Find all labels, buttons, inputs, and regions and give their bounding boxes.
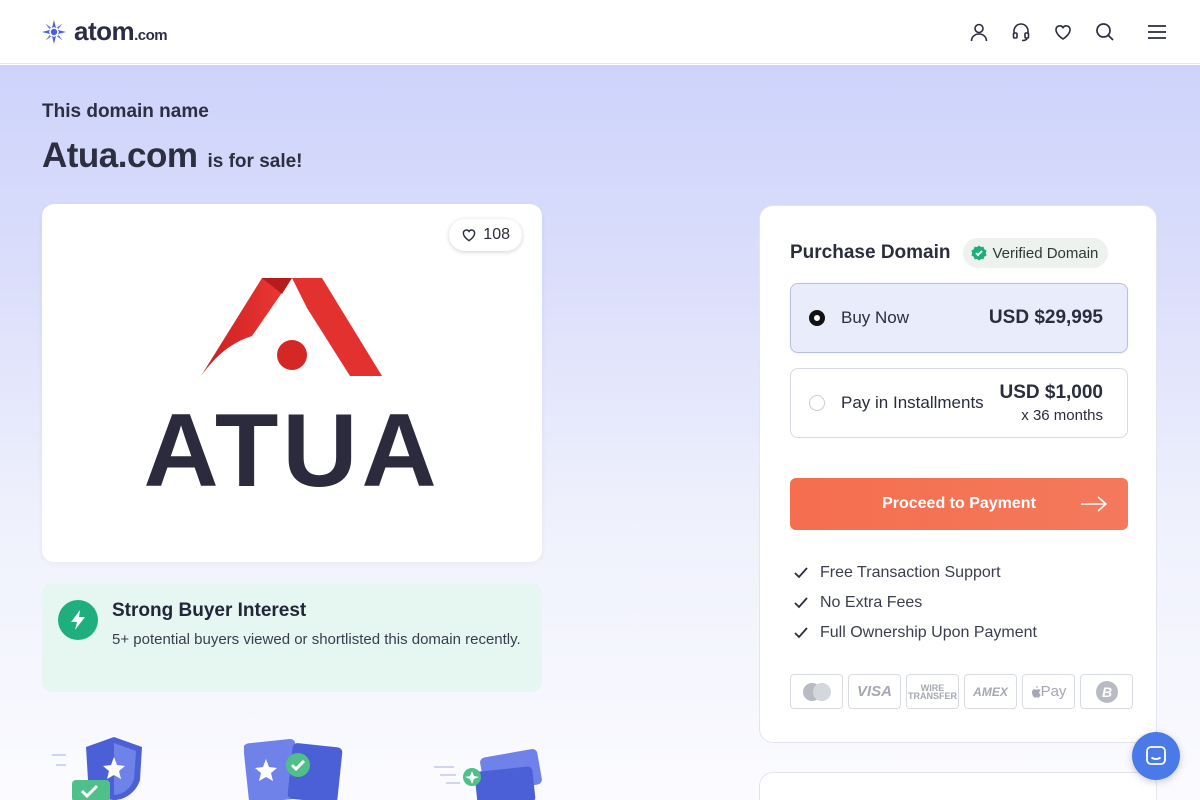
radio-buy-now[interactable] xyxy=(809,310,825,326)
interest-text: 5+ potential buyers viewed or shortliste… xyxy=(112,631,521,648)
header-actions xyxy=(962,21,1168,43)
option-label: Buy Now xyxy=(841,308,910,327)
verified-label: Verified Domain xyxy=(992,244,1099,262)
domain-title: Atua.com is for sale! xyxy=(42,136,303,176)
apple-pay-icon: Pay xyxy=(1022,674,1075,709)
payment-cards-illustration xyxy=(434,749,542,800)
bitcoin-icon: B xyxy=(1080,674,1133,709)
atom-logo-icon xyxy=(42,19,66,44)
purchase-title: Purchase Domain xyxy=(790,242,951,263)
feature-list: Free Transaction Support No Extra Fees F… xyxy=(794,558,1037,648)
menu-icon[interactable] xyxy=(1146,21,1168,43)
amex-icon: AMEX xyxy=(964,674,1017,709)
option-label: Pay in Installments xyxy=(841,393,984,412)
radio-installments[interactable] xyxy=(809,395,825,411)
chat-icon xyxy=(1146,746,1166,765)
secondary-card xyxy=(759,772,1157,800)
checkmark-icon xyxy=(794,627,808,639)
verified-check-icon xyxy=(971,245,986,261)
pre-title: This domain name xyxy=(42,101,209,122)
purchase-panel: Purchase Domain Verified Domain Buy Now … xyxy=(759,205,1157,743)
svg-text:B: B xyxy=(1101,684,1111,700)
checkmark-icon xyxy=(794,597,808,609)
chat-support-button[interactable] xyxy=(1132,732,1180,780)
payment-methods: VISA WIRE TRANSFER AMEX Pay B xyxy=(790,674,1133,709)
installment-pricing: USD $1,000 x 36 months xyxy=(999,382,1103,424)
feature-item: Free Transaction Support xyxy=(794,558,1037,588)
feature-item: No Extra Fees xyxy=(794,588,1037,618)
option-installments[interactable]: Pay in Installments USD $1,000 x 36 mont… xyxy=(790,368,1128,438)
installment-term: x 36 months xyxy=(1021,407,1103,424)
user-icon[interactable] xyxy=(968,21,990,43)
likes-count: 108 xyxy=(483,226,510,243)
purchase-header: Purchase Domain Verified Domain xyxy=(790,238,1109,268)
proceed-to-payment-button[interactable]: Proceed to Payment xyxy=(790,478,1128,530)
option-price: USD $29,995 xyxy=(988,307,1103,328)
option-buy-now[interactable]: Buy Now USD $29,995 xyxy=(790,283,1128,353)
shield-illustration xyxy=(52,737,142,800)
site-logo[interactable]: atom.com xyxy=(40,16,168,47)
documents-illustration xyxy=(244,738,343,800)
likes-button[interactable]: 108 xyxy=(449,219,522,251)
atua-brand-logo: ATUA xyxy=(143,278,440,494)
brand-wordmark: ATUA xyxy=(143,393,440,494)
search-icon[interactable] xyxy=(1094,21,1116,43)
verified-badge: Verified Domain xyxy=(962,238,1109,268)
top-navbar: atom.com xyxy=(0,0,1200,64)
headset-icon[interactable] xyxy=(1010,21,1032,43)
visa-icon: VISA xyxy=(848,674,901,709)
option-price: USD $1,000 xyxy=(999,382,1103,403)
heart-outline-icon xyxy=(462,229,476,242)
interest-title: Strong Buyer Interest xyxy=(112,600,307,621)
logo-text: atom.com xyxy=(74,16,168,46)
checkmark-icon xyxy=(794,567,808,579)
lightning-icon xyxy=(58,600,98,640)
arrow-right-icon xyxy=(1081,496,1108,512)
domain-name: Atua.com xyxy=(42,136,198,175)
domain-logo-card: 108 ATUA xyxy=(42,204,542,562)
heart-icon[interactable] xyxy=(1052,21,1074,43)
for-sale-label: is for sale! xyxy=(207,151,303,172)
wire-transfer-icon: WIRE TRANSFER xyxy=(906,674,959,709)
feature-item: Full Ownership Upon Payment xyxy=(794,618,1037,648)
mastercard-icon xyxy=(790,674,843,709)
buyer-interest-box: Strong Buyer Interest 5+ potential buyer… xyxy=(42,584,542,692)
proceed-label: Proceed to Payment xyxy=(882,495,1036,512)
